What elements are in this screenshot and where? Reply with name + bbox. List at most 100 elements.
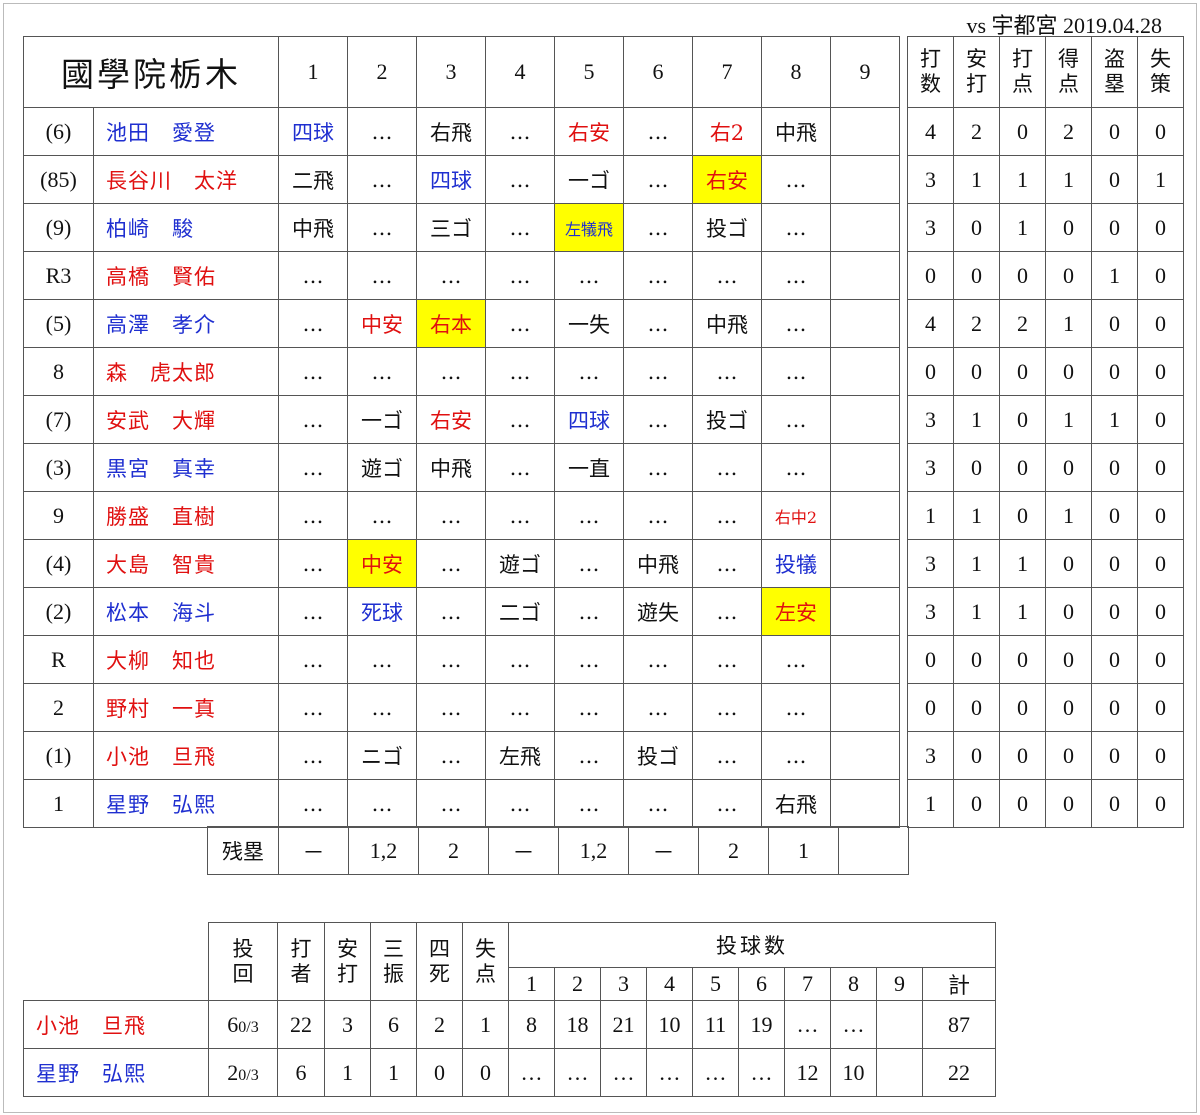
player-name: 柏崎 駿 xyxy=(93,203,279,252)
pitching-stat: 0 xyxy=(462,1048,509,1097)
pitch-inning-header: 7 xyxy=(784,967,831,1001)
player-row: 1 星野 弘熙………………… 右飛 1 0 0 0 0 0 xyxy=(23,779,1184,828)
player-row: (4) 大島 智貴… 中安… 遊ゴ… 中飛… 投犠 3 1 1 0 0 0 xyxy=(23,539,1184,588)
at-bat-result: … xyxy=(623,107,693,156)
at-bat-result: … xyxy=(278,779,348,828)
lob-value: 1,2 xyxy=(558,826,629,875)
at-bat-result xyxy=(830,251,900,300)
pitching-stat: 6 xyxy=(370,1000,417,1049)
batting-stat: 0 xyxy=(1137,539,1184,588)
at-bat-result: 右本 xyxy=(416,299,486,348)
pitch-count xyxy=(876,1000,923,1049)
batting-position: (3) xyxy=(23,443,94,492)
column-gap xyxy=(900,37,908,828)
pitch-count: 10 xyxy=(646,1000,693,1049)
at-bat-result: … xyxy=(554,491,624,540)
batting-stat: 0 xyxy=(1137,587,1184,636)
at-bat-result: … xyxy=(554,683,624,732)
at-bat-result: 右飛 xyxy=(416,107,486,156)
at-bat-result: … xyxy=(416,635,486,684)
player-name: 黒宮 真幸 xyxy=(93,443,279,492)
at-bat-result: 死球 xyxy=(347,587,417,636)
player-name: 野村 一真 xyxy=(93,683,279,732)
stat-header: 失策 xyxy=(1137,36,1184,108)
at-bat-result: … xyxy=(623,203,693,252)
batting-stat: 0 xyxy=(1137,251,1184,300)
inning-header: 9 xyxy=(830,36,900,108)
at-bat-result: 中飛 xyxy=(623,539,693,588)
batting-stat: 0 xyxy=(953,779,1000,828)
at-bat-result xyxy=(830,731,900,780)
at-bat-result: 右安 xyxy=(554,107,624,156)
at-bat-result: … xyxy=(278,251,348,300)
pitch-count: 18 xyxy=(554,1000,601,1049)
at-bat-result: … xyxy=(347,635,417,684)
team-name: 國學院栃木 xyxy=(23,36,279,108)
player-name: 松本 海斗 xyxy=(93,587,279,636)
batting-position: 2 xyxy=(23,683,94,732)
at-bat-result: 遊ゴ xyxy=(347,443,417,492)
at-bat-result xyxy=(830,155,900,204)
batting-stat: 0 xyxy=(1137,395,1184,444)
at-bat-result: … xyxy=(692,683,762,732)
at-bat-result: 右安 xyxy=(416,395,486,444)
at-bat-result: … xyxy=(347,347,417,396)
at-bat-result: … xyxy=(416,779,486,828)
player-row: (1) 小池 旦飛… ニゴ… 左飛… 投ゴ…… 3 0 0 0 0 0 xyxy=(23,731,1184,780)
batting-stat: 0 xyxy=(1091,539,1138,588)
pitch-count: 10 xyxy=(830,1048,877,1097)
batting-position: (6) xyxy=(23,107,94,156)
pitch-inning-header: 3 xyxy=(600,967,647,1001)
pitch-count: … xyxy=(600,1048,647,1097)
batting-stat: 0 xyxy=(1045,635,1092,684)
at-bat-result xyxy=(830,443,900,492)
at-bat-result: … xyxy=(623,347,693,396)
at-bat-result: … xyxy=(347,491,417,540)
batting-stat: 0 xyxy=(1091,299,1138,348)
batting-stat: 1 xyxy=(953,491,1000,540)
player-name: 高澤 孝介 xyxy=(93,299,279,348)
batting-position: (7) xyxy=(23,395,94,444)
batting-stat: 1 xyxy=(953,539,1000,588)
at-bat-result: 一ゴ xyxy=(347,395,417,444)
batting-stat: 1 xyxy=(999,539,1046,588)
batting-stat: 1 xyxy=(1137,155,1184,204)
at-bat-result: … xyxy=(347,779,417,828)
at-bat-result: … xyxy=(761,347,831,396)
batting-stat: 0 xyxy=(999,395,1046,444)
batting-position: (1) xyxy=(23,731,94,780)
batting-stat: 0 xyxy=(999,683,1046,732)
stat-header: 打点 xyxy=(999,36,1046,108)
at-bat-result: 左安 xyxy=(761,587,831,636)
at-bat-result xyxy=(830,635,900,684)
at-bat-result: … xyxy=(623,635,693,684)
player-row: 9 勝盛 直樹………………… 右中2 1 1 0 1 0 0 xyxy=(23,491,1184,540)
at-bat-result: 左犠飛 xyxy=(554,203,624,252)
at-bat-result: 三ゴ xyxy=(416,203,486,252)
lob-value: － xyxy=(488,826,559,875)
pitch-inning-header: 5 xyxy=(692,967,739,1001)
left-on-base-table: 残塁－ 1,2 2 － 1,2 － 2 1 xyxy=(207,826,909,875)
player-row: R3 高橋 賢佑…………………… 0 0 0 0 1 0 xyxy=(23,251,1184,300)
at-bat-result: … xyxy=(347,203,417,252)
batting-position: (4) xyxy=(23,539,94,588)
batting-stat: 0 xyxy=(1137,635,1184,684)
at-bat-result: … xyxy=(278,587,348,636)
batting-stat: 1 xyxy=(953,587,1000,636)
player-name: 森 虎太郎 xyxy=(93,347,279,396)
at-bat-result: 右中2 xyxy=(761,491,831,540)
player-name: 長谷川 太洋 xyxy=(93,155,279,204)
batting-position: 8 xyxy=(23,347,94,396)
innings-pitched-whole: 6 xyxy=(227,1011,239,1037)
at-bat-result: 二飛 xyxy=(278,155,348,204)
batting-stat: 0 xyxy=(953,203,1000,252)
at-bat-result: 中飛 xyxy=(278,203,348,252)
lob-value xyxy=(838,826,909,875)
at-bat-result: … xyxy=(416,347,486,396)
at-bat-result: … xyxy=(485,299,555,348)
player-row: (85) 長谷川 太洋 二飛… 四球… 一ゴ… 右安… 3 1 1 1 0 1 xyxy=(23,155,1184,204)
at-bat-result: … xyxy=(692,635,762,684)
stat-header: 盗塁 xyxy=(1091,36,1138,108)
player-name: 安武 大輝 xyxy=(93,395,279,444)
at-bat-result: … xyxy=(623,395,693,444)
